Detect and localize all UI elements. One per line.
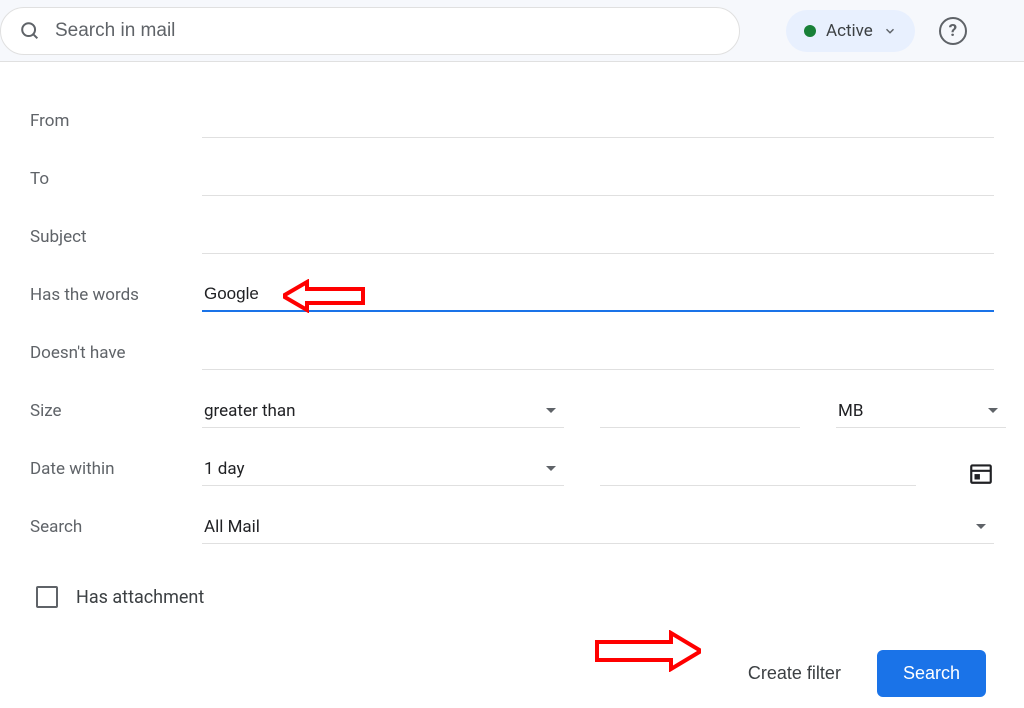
search-scope-value: All Mail <box>204 517 260 537</box>
create-filter-button[interactable]: Create filter <box>748 663 841 684</box>
status-label: Active <box>826 21 873 41</box>
caret-down-icon <box>546 408 556 413</box>
size-label: Size <box>30 401 202 421</box>
date-within-label: Date within <box>30 459 202 479</box>
size-unit-value: MB <box>838 401 863 421</box>
has-words-label: Has the words <box>30 285 202 305</box>
to-label: To <box>30 169 202 189</box>
size-comparison-select[interactable]: greater than <box>202 395 564 428</box>
subject-input[interactable] <box>202 221 994 254</box>
search-icon <box>19 20 41 42</box>
from-label: From <box>30 111 202 131</box>
help-icon[interactable]: ? <box>939 17 967 45</box>
date-range-value: 1 day <box>204 459 245 479</box>
calendar-icon[interactable] <box>968 460 994 486</box>
chevron-down-icon <box>883 24 897 38</box>
to-input[interactable] <box>202 163 994 196</box>
caret-down-icon <box>988 408 998 413</box>
has-attachment-label: Has attachment <box>76 587 204 608</box>
has-attachment-checkbox[interactable] <box>36 586 58 608</box>
size-comparison-value: greater than <box>204 401 296 421</box>
from-input[interactable] <box>202 105 994 138</box>
caret-down-icon <box>976 524 986 529</box>
date-range-select[interactable]: 1 day <box>202 453 564 486</box>
search-bar[interactable] <box>0 7 740 55</box>
search-input[interactable] <box>55 20 721 42</box>
doesnt-have-label: Doesn't have <box>30 343 202 363</box>
search-button[interactable]: Search <box>877 650 986 697</box>
doesnt-have-input[interactable] <box>202 337 994 370</box>
search-scope-label: Search <box>30 517 202 537</box>
search-scope-select[interactable]: All Mail <box>202 511 994 544</box>
status-chip[interactable]: Active <box>786 10 915 52</box>
size-unit-select[interactable]: MB <box>836 395 1006 428</box>
has-words-input[interactable] <box>202 278 994 312</box>
caret-down-icon <box>546 466 556 471</box>
subject-label: Subject <box>30 227 202 247</box>
size-value-input[interactable] <box>600 398 800 428</box>
status-dot-icon <box>804 25 816 37</box>
date-value-input[interactable] <box>600 456 916 486</box>
